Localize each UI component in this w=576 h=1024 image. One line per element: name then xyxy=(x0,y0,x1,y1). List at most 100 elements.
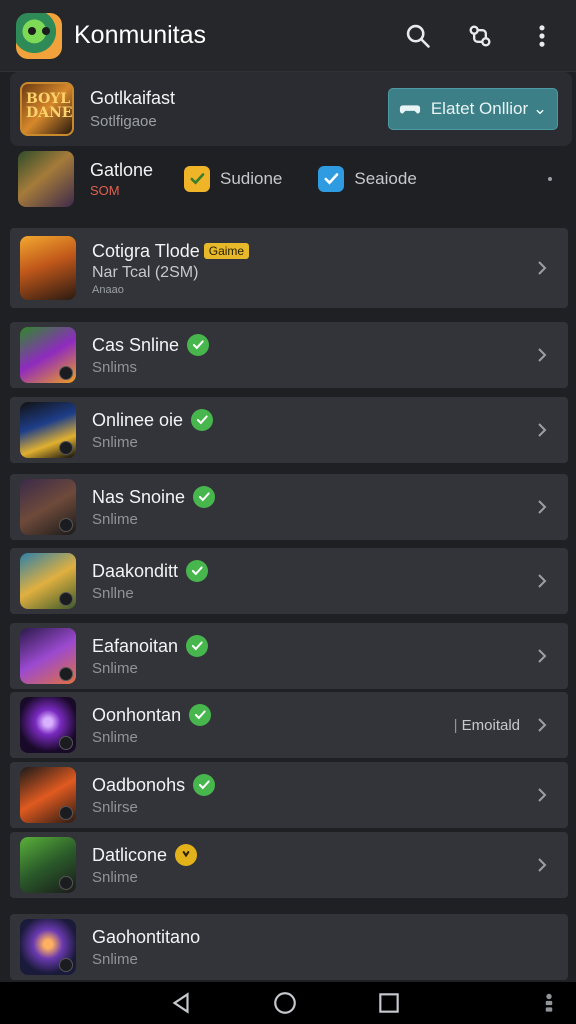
chip-sudione[interactable]: Sudione xyxy=(184,166,282,192)
list-item-thumbnail xyxy=(20,553,76,609)
list-item[interactable]: Nas Snoine Snlime xyxy=(10,474,568,540)
dot-indicator xyxy=(548,177,552,181)
chevron-right-icon[interactable] xyxy=(528,781,556,809)
list-item-text: Onlinee oie Snlime xyxy=(92,409,528,451)
featured-subtitle: Sotlfigaoe xyxy=(90,113,157,130)
list-item-subtitle: Snllne xyxy=(92,585,134,602)
highlight-text: Cotigra Tlode Gaime Nar Tcal (2SM) Anaao xyxy=(92,241,528,296)
community-text: Gatlone SOM xyxy=(90,160,172,198)
platform-badge-icon xyxy=(59,958,73,972)
community-subtitle: SOM xyxy=(90,183,120,198)
app-logo xyxy=(16,12,62,59)
recents-icon[interactable] xyxy=(376,990,402,1016)
verified-check-icon xyxy=(187,334,210,356)
list-item[interactable]: Daakonditt Snllne xyxy=(10,548,568,614)
featured-title: Gotlkaifast xyxy=(90,88,176,108)
list-item-title-row: Onlinee oie xyxy=(92,409,528,431)
platform-badge-icon xyxy=(59,518,73,532)
list-item-title: Onlinee oie xyxy=(92,409,184,430)
chip-seaiode[interactable]: Seaiode xyxy=(318,166,417,192)
list-item-text: Oonhontan Snlime xyxy=(92,704,454,746)
home-icon[interactable] xyxy=(272,990,298,1016)
platform-badge-icon xyxy=(59,736,73,750)
list-item-title-row: Cas Snline xyxy=(92,334,528,356)
app-bar-actions xyxy=(374,18,560,54)
list-item-thumbnail xyxy=(20,919,76,975)
list-item-title: Daakonditt xyxy=(92,560,179,581)
more-vert-icon[interactable] xyxy=(524,18,560,54)
list-item-title-row: Gaohontitano xyxy=(92,927,568,948)
list-item-thumbnail xyxy=(20,697,76,753)
platform-badge-icon xyxy=(59,876,73,890)
highlight-thumbnail xyxy=(20,236,76,300)
list-item[interactable]: Cas Snline Snlims xyxy=(10,322,568,388)
featured-thumbnail: BOYL DANE xyxy=(20,82,74,136)
highlight-meta: Anaao xyxy=(92,283,124,296)
list-item[interactable]: Gaohontitano Snlime xyxy=(10,914,568,980)
list-item-thumbnail xyxy=(20,327,76,383)
featured-thumbnail-text: BOYL DANE xyxy=(26,91,73,121)
platform-badge-icon xyxy=(59,667,73,681)
back-icon[interactable] xyxy=(168,990,194,1016)
list-item[interactable]: Eafanoitan Snlime xyxy=(10,623,568,689)
platform-badge-icon xyxy=(59,366,73,380)
chevron-right-icon[interactable] xyxy=(528,567,556,595)
list-item-title: Datlicone xyxy=(92,844,168,865)
list-item[interactable]: Datlicone Snlime xyxy=(10,832,568,898)
verified-check-icon xyxy=(191,409,214,431)
list-item-text: Eafanoitan Snlime xyxy=(92,635,528,677)
chevron-right-icon[interactable] xyxy=(528,416,556,444)
list-item-text: Nas Snoine Snlime xyxy=(92,486,528,528)
check-box-icon xyxy=(184,166,210,192)
app-bar: Konmunitas xyxy=(0,0,576,72)
list-item-text: Gaohontitano Snlime xyxy=(92,927,568,968)
list-item-title: Oonhontan xyxy=(92,704,182,725)
accessibility-icon[interactable] xyxy=(536,990,562,1016)
platform-badge-icon xyxy=(59,806,73,820)
list-item-subtitle: Snlims xyxy=(92,359,138,376)
platform-badge-icon xyxy=(59,441,73,455)
highlight-card[interactable]: Cotigra Tlode Gaime Nar Tcal (2SM) Anaao xyxy=(10,228,568,308)
list-item[interactable]: Oonhontan Snlime Emoitald xyxy=(10,692,568,758)
highlight-title-row: Cotigra Tlode Gaime xyxy=(92,241,528,262)
community-row[interactable]: Gatlone SOM Sudione Seaiode xyxy=(10,148,572,210)
list-item-thumbnail xyxy=(20,767,76,823)
list-item-thumbnail xyxy=(20,479,76,535)
list-item[interactable]: Oadbonohs Snlirse xyxy=(10,762,568,828)
highlight-title: Cotigra Tlode xyxy=(92,240,200,261)
list-item-subtitle: Snlime xyxy=(92,729,138,746)
check-box-icon xyxy=(318,166,345,192)
list-item[interactable]: Onlinee oie Snlime xyxy=(10,397,568,463)
screen: Konmunitas BOYL DANE Gotlkaifast Sotlfig… xyxy=(0,0,576,1024)
chevron-right-icon[interactable] xyxy=(528,493,556,521)
verified-check-icon xyxy=(186,635,209,657)
list-item-title: Nas Snoine xyxy=(92,486,186,507)
list-item-title-row: Datlicone xyxy=(92,844,528,866)
list-item-title-row: Nas Snoine xyxy=(92,486,528,508)
share-icon[interactable] xyxy=(462,18,498,54)
list-item-title: Cas Snline xyxy=(92,334,180,355)
system-nav-bar xyxy=(0,982,576,1024)
chevron-right-icon[interactable] xyxy=(528,254,556,282)
featured-card[interactable]: BOYL DANE Gotlkaifast Sotlfigaoe Elatet … xyxy=(10,72,572,146)
highlight-subtitle: Nar Tcal (2SM) xyxy=(92,263,199,281)
chevron-right-icon[interactable] xyxy=(528,642,556,670)
list-item-title: Eafanoitan xyxy=(92,635,179,656)
list-item-text: Daakonditt Snllne xyxy=(92,560,528,602)
list-item-title-row: Daakonditt xyxy=(92,560,528,582)
featured-action-label: Elatet Onllior ⌄ xyxy=(430,99,548,118)
list-item-text: Oadbonohs Snlirse xyxy=(92,774,528,816)
warning-badge-icon xyxy=(175,844,198,866)
list-item-text: Cas Snline Snlims xyxy=(92,334,528,376)
verified-check-icon xyxy=(193,486,216,508)
chevron-right-icon[interactable] xyxy=(528,711,556,739)
featured-action-button[interactable]: Elatet Onllior ⌄ xyxy=(388,88,558,130)
chevron-right-icon[interactable] xyxy=(528,341,556,369)
search-icon[interactable] xyxy=(400,18,436,54)
platform-badge-icon xyxy=(59,592,73,606)
list-item-title-row: Eafanoitan xyxy=(92,635,528,657)
chevron-right-icon[interactable] xyxy=(528,851,556,879)
list-item-thumbnail xyxy=(20,628,76,684)
list-item-subtitle: Snlirse xyxy=(92,799,138,816)
community-thumbnail xyxy=(18,151,74,207)
